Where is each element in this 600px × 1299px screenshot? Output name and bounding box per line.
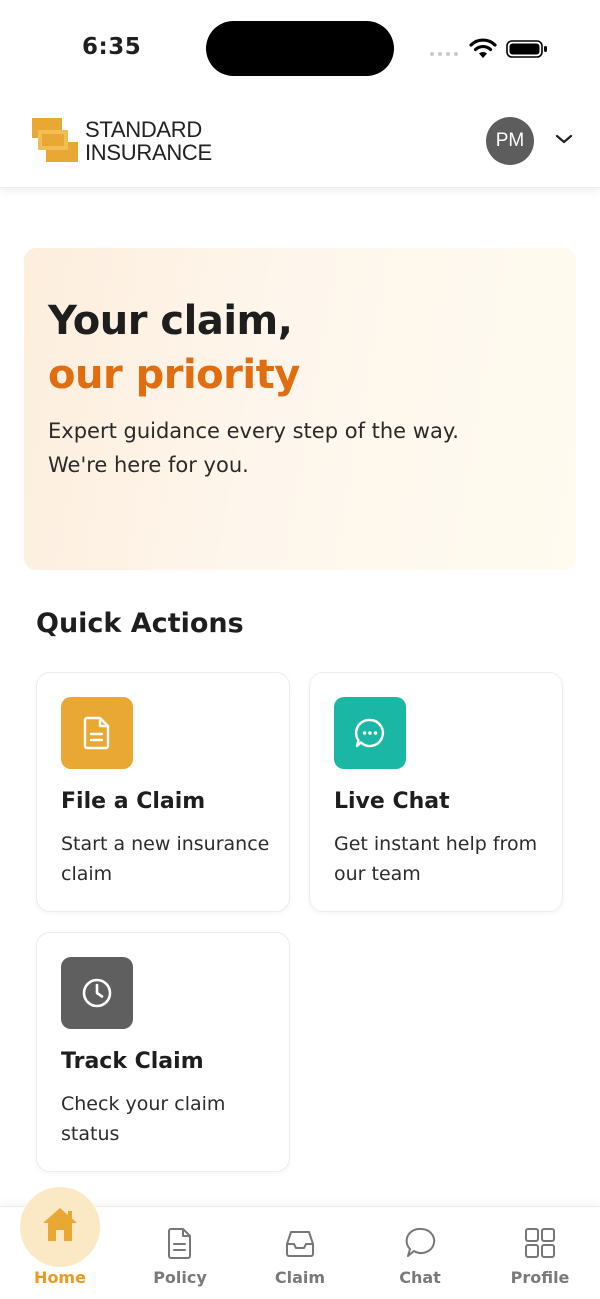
chat-icon <box>405 1227 436 1257</box>
home-icon <box>43 1208 77 1241</box>
nav-item-policy[interactable]: Policy <box>120 1207 240 1299</box>
file-claim-card[interactable]: File a Claim Start a new insurance claim <box>36 672 290 912</box>
nav-label: Profile <box>510 1268 570 1287</box>
document-icon <box>61 697 133 769</box>
nav-item-claim[interactable]: Claim <box>240 1207 360 1299</box>
hero-subtitle-line-1: Expert guidance every step of the way. <box>48 419 459 443</box>
user-avatar[interactable]: PM <box>486 117 534 165</box>
hero-subtitle: Expert guidance every step of the way. W… <box>48 414 548 482</box>
track-claim-card[interactable]: Track Claim Check your claim status <box>36 932 290 1172</box>
wifi-icon <box>469 38 497 58</box>
card-title: Track Claim <box>61 1049 204 1074</box>
nav-item-home[interactable]: Home <box>0 1187 120 1299</box>
hero-banner: Your claim, our priority Expert guidance… <box>24 248 576 570</box>
card-description: Start a new insurance claim <box>61 833 270 885</box>
chevron-down-icon[interactable] <box>554 132 574 146</box>
card-description: Get instant help from our team <box>334 833 538 885</box>
dynamic-island <box>206 21 394 76</box>
nav-label: Home <box>34 1268 86 1287</box>
grid-icon <box>525 1228 555 1258</box>
hero-title-line-1: Your claim, <box>48 298 293 344</box>
card-title: Live Chat <box>334 789 450 814</box>
nav-item-chat[interactable]: Chat <box>360 1207 480 1299</box>
hero-subtitle-line-2: We're here for you. <box>48 453 249 477</box>
brand-line-2: INSURANCE <box>85 140 212 165</box>
clock-icon <box>61 957 133 1029</box>
status-bar: 6:35 <box>0 0 600 96</box>
battery-icon <box>506 40 547 58</box>
brand-line-1: STANDARD <box>85 117 202 142</box>
status-time: 6:35 <box>82 34 142 60</box>
standard-insurance-logo-icon[interactable] <box>32 118 78 162</box>
nav-label: Policy <box>153 1268 207 1287</box>
bottom-navigation: Home Policy Claim Chat Profile <box>0 1187 600 1299</box>
nav-label: Claim <box>274 1268 326 1287</box>
inbox-icon <box>286 1231 314 1257</box>
nav-item-profile[interactable]: Profile <box>480 1207 600 1299</box>
document-icon <box>168 1228 191 1259</box>
nav-label: Chat <box>399 1268 441 1287</box>
card-description: Check your claim status <box>61 1093 226 1145</box>
card-title: File a Claim <box>61 789 206 814</box>
cellular-signal-icon <box>430 52 458 56</box>
hero-title: Your claim, our priority <box>48 294 300 402</box>
chat-bubble-icon <box>334 697 406 769</box>
hero-title-line-2: our priority <box>48 352 300 398</box>
quick-actions-title: Quick Actions <box>36 608 244 639</box>
brand-wordmark: STANDARD INSURANCE <box>85 118 212 164</box>
live-chat-card[interactable]: Live Chat Get instant help from our team <box>309 672 563 912</box>
app-header: STANDARD INSURANCE PM <box>0 96 600 188</box>
